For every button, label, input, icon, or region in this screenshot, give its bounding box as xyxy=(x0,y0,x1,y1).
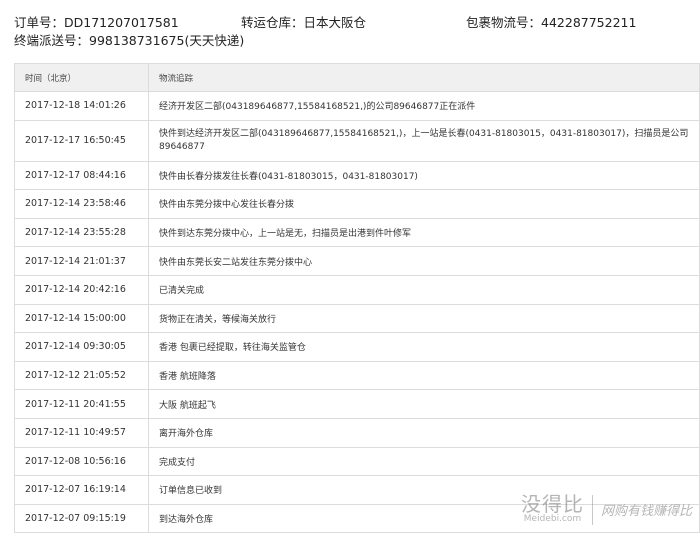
row-event: 快件由东莞长安二站发往东莞分拨中心 xyxy=(148,246,700,276)
row-time: 2017-12-08 10:56:16 xyxy=(14,446,149,477)
order-info-row-1: 订单号：DD171207017581 转运仓库：日本大阪仓 包裹物流号：4422… xyxy=(14,14,694,32)
row-time: 2017-12-14 23:55:28 xyxy=(14,217,149,248)
order-info: 订单号：DD171207017581 转运仓库：日本大阪仓 包裹物流号：4422… xyxy=(14,14,694,50)
row-event: 大阪 航班起飞 xyxy=(148,389,700,419)
row-time: 2017-12-07 16:19:14 xyxy=(14,475,149,505)
order-number: 订单号：DD171207017581 xyxy=(14,14,179,32)
table-row: 2017-12-14 20:42:16 已清关完成 xyxy=(14,274,700,305)
row-event: 快件到达东莞分拨中心，上一站是无，扫描员是出港到件叶修军 xyxy=(148,217,700,248)
row-time: 2017-12-11 10:49:57 xyxy=(14,417,149,448)
table-row: 2017-12-07 16:19:14 订单信息已收到 xyxy=(14,475,700,505)
row-event: 离开海外仓库 xyxy=(148,417,700,448)
table-row: 2017-12-14 09:30:05 香港 包裹已经提取，转往海关监管仓 xyxy=(14,332,700,362)
row-event: 订单信息已收到 xyxy=(148,475,700,505)
row-event: 快件到达经济开发区二部(043189646877,15584168521,)，上… xyxy=(148,119,700,162)
row-event: 香港 航班降落 xyxy=(148,360,700,391)
row-time: 2017-12-14 21:01:37 xyxy=(14,246,149,276)
row-event: 香港 包裹已经提取，转往海关监管仓 xyxy=(148,332,700,362)
table-row: 2017-12-14 23:58:46 快件由东莞分拨中心发往长春分拨 xyxy=(14,189,700,219)
table-row: 2017-12-12 21:05:52 香港 航班降落 xyxy=(14,360,700,391)
row-time: 2017-12-14 09:30:05 xyxy=(14,332,149,362)
delivery-number-label: 终端派送号： xyxy=(14,33,90,48)
row-event: 快件由长春分拨发往长春(0431-81803015，0431-81803017) xyxy=(148,160,700,191)
order-info-row-2: 终端派送号：998138731675(天天快递) xyxy=(14,32,694,50)
row-event: 经济开发区二部(043189646877,15584168521,)的公司896… xyxy=(148,91,700,121)
warehouse-label: 转运仓库： xyxy=(241,15,304,30)
row-time: 2017-12-11 20:41:55 xyxy=(14,389,149,419)
table-row: 2017-12-11 10:49:57 离开海外仓库 xyxy=(14,417,700,448)
table-row: 2017-12-18 14:01:26 经济开发区二部(043189646877,… xyxy=(14,91,700,121)
order-number-value: DD171207017581 xyxy=(64,15,179,30)
table-row: 2017-12-11 20:41:55 大阪 航班起飞 xyxy=(14,389,700,419)
row-time: 2017-12-17 08:44:16 xyxy=(14,160,149,191)
row-time: 2017-12-18 14:01:26 xyxy=(14,91,149,121)
row-time: 2017-12-14 23:58:46 xyxy=(14,189,149,219)
delivery-number: 终端派送号：998138731675(天天快递) xyxy=(14,32,244,50)
delivery-number-value: 998138731675(天天快递) xyxy=(89,33,245,48)
row-time: 2017-12-12 21:05:52 xyxy=(14,360,149,391)
table-row: 2017-12-14 15:00:00 货物正在清关，等候海关放行 xyxy=(14,303,700,334)
table-row: 2017-12-17 08:44:16 快件由长春分拨发往长春(0431-8180… xyxy=(14,160,700,191)
order-number-label: 订单号： xyxy=(14,15,65,30)
row-time: 2017-12-17 16:50:45 xyxy=(14,119,149,162)
row-time: 2017-12-14 20:42:16 xyxy=(14,274,149,305)
row-time: 2017-12-07 09:15:19 xyxy=(14,503,149,534)
warehouse-value: 日本大阪仓 xyxy=(303,15,367,30)
row-event: 已清关完成 xyxy=(148,274,700,305)
table-row: 2017-12-07 09:15:19 到达海外仓库 xyxy=(14,503,700,534)
row-time: 2017-12-14 15:00:00 xyxy=(14,303,149,334)
table-row: 2017-12-14 21:01:37 快件由东莞长安二站发往东莞分拨中心 xyxy=(14,246,700,276)
parcel-number-value: 442287752211 xyxy=(541,15,637,30)
header-track: 物流追踪 xyxy=(148,63,700,92)
parcel-number: 包裹物流号：442287752211 xyxy=(466,14,636,32)
parcel-number-label: 包裹物流号： xyxy=(466,15,542,30)
table-row: 2017-12-14 23:55:28 快件到达东莞分拨中心，上一站是无，扫描员是… xyxy=(14,217,700,248)
row-event: 完成支付 xyxy=(148,446,700,477)
row-event: 货物正在清关，等候海关放行 xyxy=(148,303,700,334)
tracking-table: 时间（北京） 物流追踪 2017-12-18 14:01:26 经济开发区二部(0… xyxy=(14,63,700,534)
header-time: 时间（北京） xyxy=(14,63,149,92)
table-row: 2017-12-17 16:50:45 快件到达经济开发区二部(043189646… xyxy=(14,119,700,162)
tracking-table-header: 时间（北京） 物流追踪 xyxy=(14,63,700,92)
row-event: 快件由东莞分拨中心发往长春分拨 xyxy=(148,189,700,219)
warehouse: 转运仓库：日本大阪仓 xyxy=(241,14,366,32)
row-event: 到达海外仓库 xyxy=(148,503,700,534)
table-row: 2017-12-08 10:56:16 完成支付 xyxy=(14,446,700,477)
